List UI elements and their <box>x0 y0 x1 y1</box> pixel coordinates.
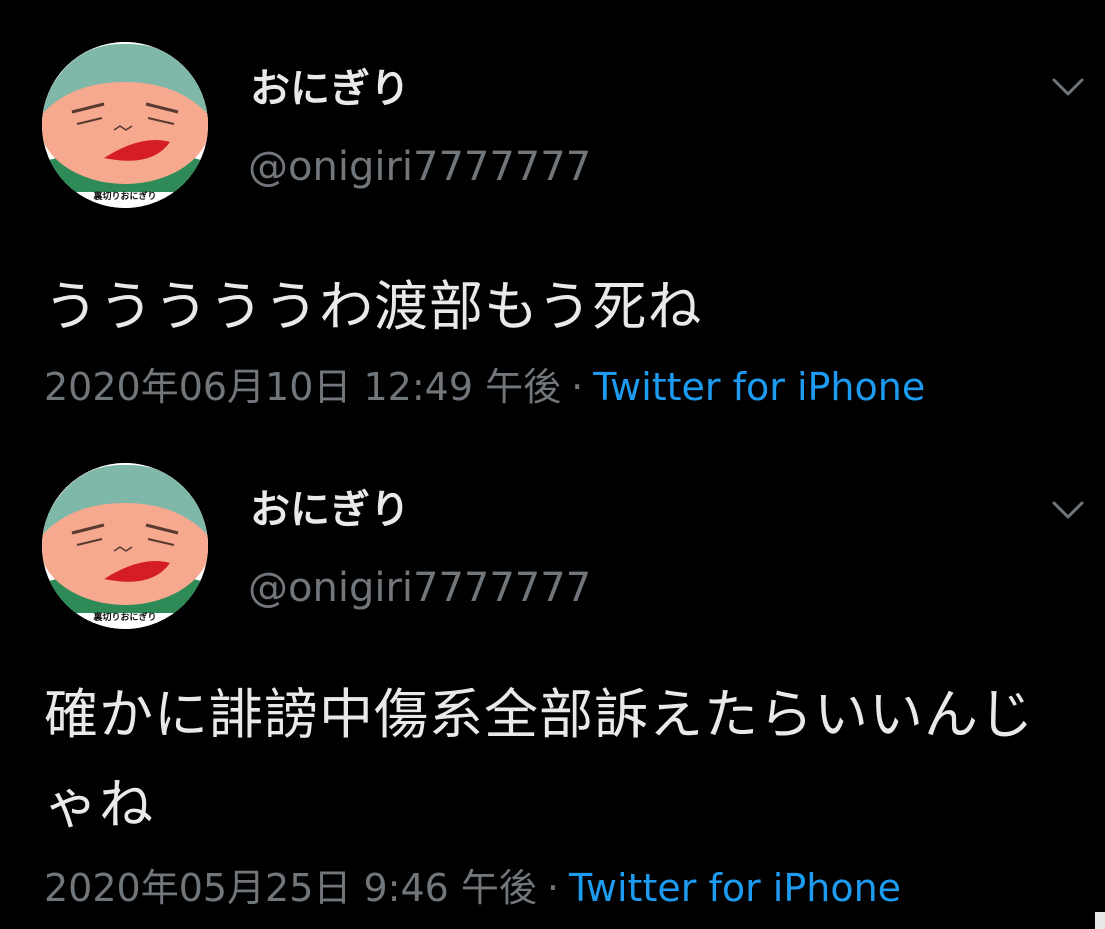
display-name[interactable]: おにぎり <box>250 485 410 535</box>
tweet-timestamp[interactable]: 2020年05月25日 9:46 午後 <box>44 866 537 910</box>
chevron-down-icon[interactable] <box>1048 72 1088 102</box>
display-name[interactable]: おにぎり <box>250 64 410 114</box>
tweet[interactable]: 裏切りおにぎり おにぎり @onigiri7777777 確かに誹謗中傷系全部訴… <box>0 455 1105 929</box>
tweet-text: 確かに誹謗中傷系全部訴えたらいいんじゃね <box>44 683 1034 836</box>
meta-separator: · <box>571 365 584 409</box>
tweet-source-link[interactable]: Twitter for iPhone <box>593 365 925 409</box>
tweet-text: うううううわ渡部もう死ね <box>44 275 703 338</box>
scrollbar-thumb[interactable] <box>1095 912 1105 929</box>
chevron-down-icon[interactable] <box>1048 495 1088 525</box>
avatar[interactable]: 裏切りおにぎり <box>42 463 208 629</box>
avatar-image <box>42 463 208 629</box>
avatar-caption: 裏切りおにぎり <box>93 192 157 202</box>
avatar-caption: 裏切りおにぎり <box>93 613 157 623</box>
avatar[interactable]: 裏切りおにぎり <box>42 42 208 208</box>
tweet-timestamp[interactable]: 2020年06月10日 12:49 午後 <box>44 365 561 409</box>
tweet[interactable]: 裏切りおにぎり おにぎり @onigiri7777777 うううううわ渡部もう死… <box>0 0 1105 430</box>
user-handle[interactable]: @onigiri7777777 <box>248 563 591 613</box>
tweet-source-link[interactable]: Twitter for iPhone <box>569 866 901 910</box>
tweet-meta: 2020年06月10日 12:49 午後 · Twitter for iPhone <box>44 362 925 412</box>
user-handle[interactable]: @onigiri7777777 <box>248 142 591 192</box>
avatar-image <box>42 42 208 208</box>
meta-separator: · <box>546 866 559 910</box>
tweet-meta: 2020年05月25日 9:46 午後 · Twitter for iPhone <box>44 863 901 913</box>
